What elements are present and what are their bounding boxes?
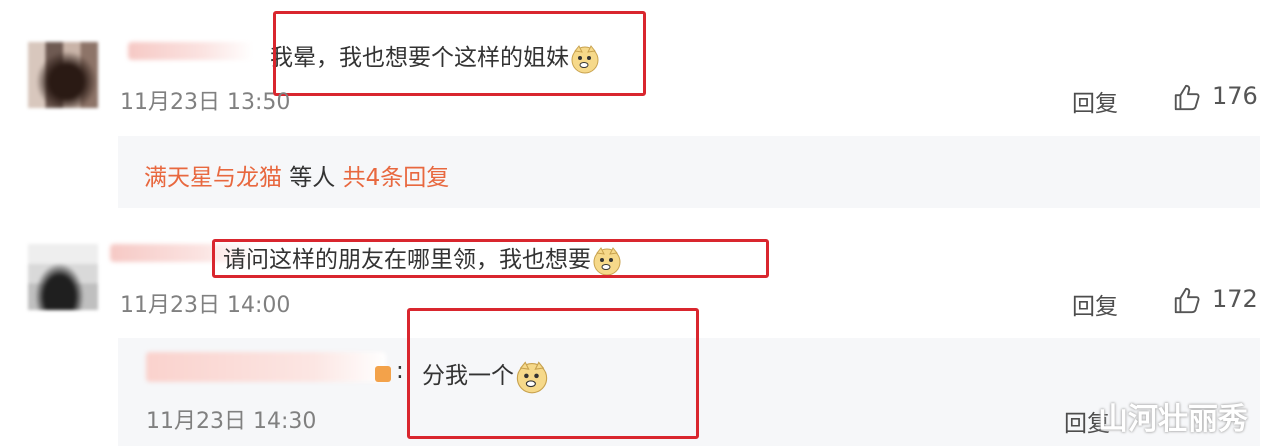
- thumbs-up-icon: [1174, 287, 1200, 314]
- highlight-box: [212, 239, 769, 278]
- comment-timestamp: 11月23日 14:00: [120, 293, 291, 318]
- like-button[interactable]: 172: [1168, 283, 1258, 319]
- user-badge-icon: [375, 366, 391, 382]
- sub-replies-middle: 等人: [282, 165, 343, 191]
- avatar[interactable]: [28, 42, 98, 108]
- comment-timestamp: 11月23日 13:50: [120, 90, 291, 115]
- reply-button[interactable]: 回复: [1072, 287, 1118, 321]
- highlight-box: [273, 11, 646, 96]
- reply-colon: :: [396, 358, 404, 384]
- sub-replies-panel[interactable]: 满天星与龙猫 等人 共4条回复: [118, 136, 1260, 208]
- blurred-username[interactable]: [128, 42, 253, 60]
- view-replies-link[interactable]: 共4条回复: [343, 165, 450, 191]
- blurred-username[interactable]: [146, 352, 386, 382]
- reply-button[interactable]: 回复: [1072, 84, 1118, 118]
- sub-replies-summary: 满天星与龙猫 等人 共4条回复: [144, 158, 449, 192]
- highlight-box: [407, 308, 699, 439]
- reply-timestamp: 11月23日 14:30: [146, 409, 317, 434]
- avatar[interactable]: [28, 244, 98, 310]
- replier-name-link[interactable]: 满天星与龙猫: [144, 165, 282, 191]
- thumbs-up-icon: [1174, 84, 1200, 111]
- like-count: 172: [1212, 285, 1258, 313]
- like-count: 176: [1212, 82, 1258, 110]
- watermark: 山河壮丽秀: [1098, 402, 1248, 437]
- like-button[interactable]: 176: [1168, 80, 1258, 116]
